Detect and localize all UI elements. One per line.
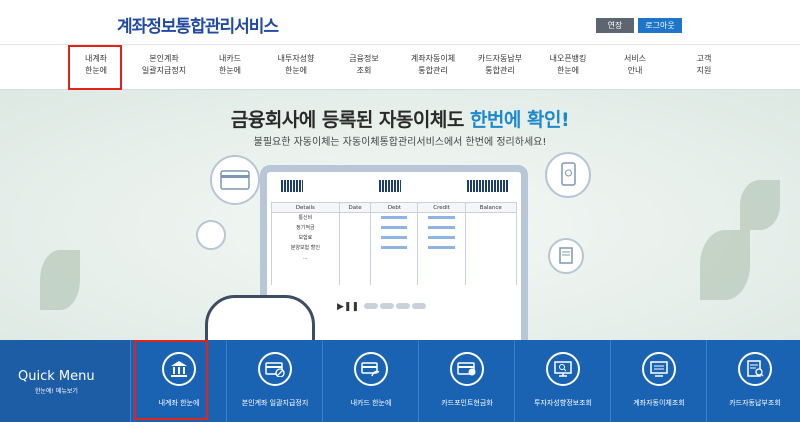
quick-item-label: 투자자성향정보조회 bbox=[534, 399, 592, 407]
document-bubble-icon bbox=[548, 238, 584, 274]
nav-open-banking[interactable]: 내오픈뱅킹 한눈에 bbox=[534, 53, 602, 77]
quick-item-auto-transfer[interactable]: 계좌자동이체조회 bbox=[610, 340, 706, 422]
row-label: 분양보험 할인 bbox=[271, 242, 340, 253]
highlight-box-quick bbox=[134, 340, 208, 420]
site-header: 계좌정보통합관리서비스 연장 로그아웃 bbox=[0, 0, 800, 44]
nav-my-cards[interactable]: 내카드 한눈에 bbox=[196, 53, 264, 77]
nav-customer-support[interactable]: 고객 지원 bbox=[670, 53, 738, 77]
quick-menu: Quick Menu 한눈에! 메뉴보기 내계좌 한눈에 본인계좌 일괄지급정지… bbox=[0, 340, 800, 422]
session-extend-button[interactable]: 연장 bbox=[596, 18, 634, 33]
nav-financial-info[interactable]: 금융정보 조회 bbox=[330, 53, 398, 77]
monitor-search-icon bbox=[546, 352, 580, 386]
row-label: 보험료 bbox=[271, 232, 340, 243]
quick-item-card-autopay[interactable]: 카드자동납부조회 bbox=[706, 340, 800, 422]
quick-item-label: 내카드 한눈에 bbox=[350, 399, 392, 407]
leaf-decoration bbox=[700, 230, 750, 300]
card-block-icon bbox=[258, 352, 292, 386]
logout-button[interactable]: 로그아웃 bbox=[638, 18, 682, 33]
row-label: ... bbox=[271, 252, 340, 263]
card-point-icon bbox=[450, 352, 484, 386]
shield-bubble-icon bbox=[196, 220, 226, 250]
col-header: Debt bbox=[370, 202, 419, 213]
quick-item-my-cards[interactable]: 내카드 한눈에 bbox=[322, 340, 418, 422]
quick-item-label: 본인계좌 일괄지급정지 bbox=[241, 399, 309, 407]
col-header: Balance bbox=[464, 202, 518, 213]
quick-item-investor-profile[interactable]: 투자자성향정보조회 bbox=[514, 340, 610, 422]
row-label: 통신비 bbox=[271, 212, 340, 223]
tablet-bar bbox=[379, 180, 401, 192]
quick-item-label: 카드자동납부조회 bbox=[729, 399, 781, 407]
card-hand-icon bbox=[354, 352, 388, 386]
card-bubble-icon bbox=[210, 155, 260, 205]
leaf-decoration bbox=[40, 250, 80, 310]
quick-item-account-suspend[interactable]: 본인계좌 일괄지급정지 bbox=[226, 340, 322, 422]
phone-bubble-icon bbox=[545, 152, 591, 198]
quick-item-label: 카드포인트현금화 bbox=[441, 399, 493, 407]
quick-item-label: 계좌자동이체조회 bbox=[633, 399, 685, 407]
hand-illustration bbox=[205, 295, 315, 340]
tablet-bar bbox=[467, 180, 509, 192]
nav-card-autopay[interactable]: 카드자동납부 통합관리 bbox=[466, 53, 534, 77]
col-header: Details bbox=[271, 202, 340, 213]
nav-investment-profile[interactable]: 내투자성향 한눈에 bbox=[262, 53, 330, 77]
nav-auto-transfer[interactable]: 계좌자동이체 통합관리 bbox=[399, 53, 467, 77]
col-header: Date bbox=[338, 202, 372, 213]
hero-subtitle: 불필요한 자동이체는 자동이체통합관리서비스에서 한번에 정리하세요! bbox=[253, 137, 547, 148]
transaction-table: Details Date Debt Credit Balance 통신비 정기적… bbox=[271, 202, 518, 285]
nav-service-guide[interactable]: 서비스 안내 bbox=[601, 53, 669, 77]
slide-controls: ▶❚❚ bbox=[337, 302, 426, 312]
highlight-box-nav bbox=[68, 45, 122, 90]
hero-title: 금융회사에 등록된 자동이체도 한번에 확인! bbox=[230, 109, 570, 131]
leaf-decoration bbox=[740, 180, 780, 230]
document-search-icon bbox=[738, 352, 772, 386]
row-label: 정기적금 bbox=[271, 222, 340, 233]
quick-menu-title: Quick Menu 한눈에! 메뉴보기 bbox=[0, 340, 130, 422]
hero-banner[interactable]: 금융회사에 등록된 자동이체도 한번에 확인! 불필요한 자동이체는 자동이체통… bbox=[0, 90, 800, 340]
monitor-list-icon bbox=[642, 352, 676, 386]
tablet-bar bbox=[281, 180, 303, 192]
site-logo[interactable]: 계좌정보통합관리서비스 bbox=[117, 12, 279, 37]
quick-menu-heading: Quick Menu bbox=[18, 369, 95, 384]
nav-account-suspend[interactable]: 본인계좌 일괄지급정지 bbox=[130, 53, 198, 77]
col-header: Credit bbox=[417, 202, 466, 213]
quick-menu-subheading: 한눈에! 메뉴보기 bbox=[35, 388, 78, 395]
quick-item-card-points[interactable]: 카드포인트현금화 bbox=[418, 340, 514, 422]
